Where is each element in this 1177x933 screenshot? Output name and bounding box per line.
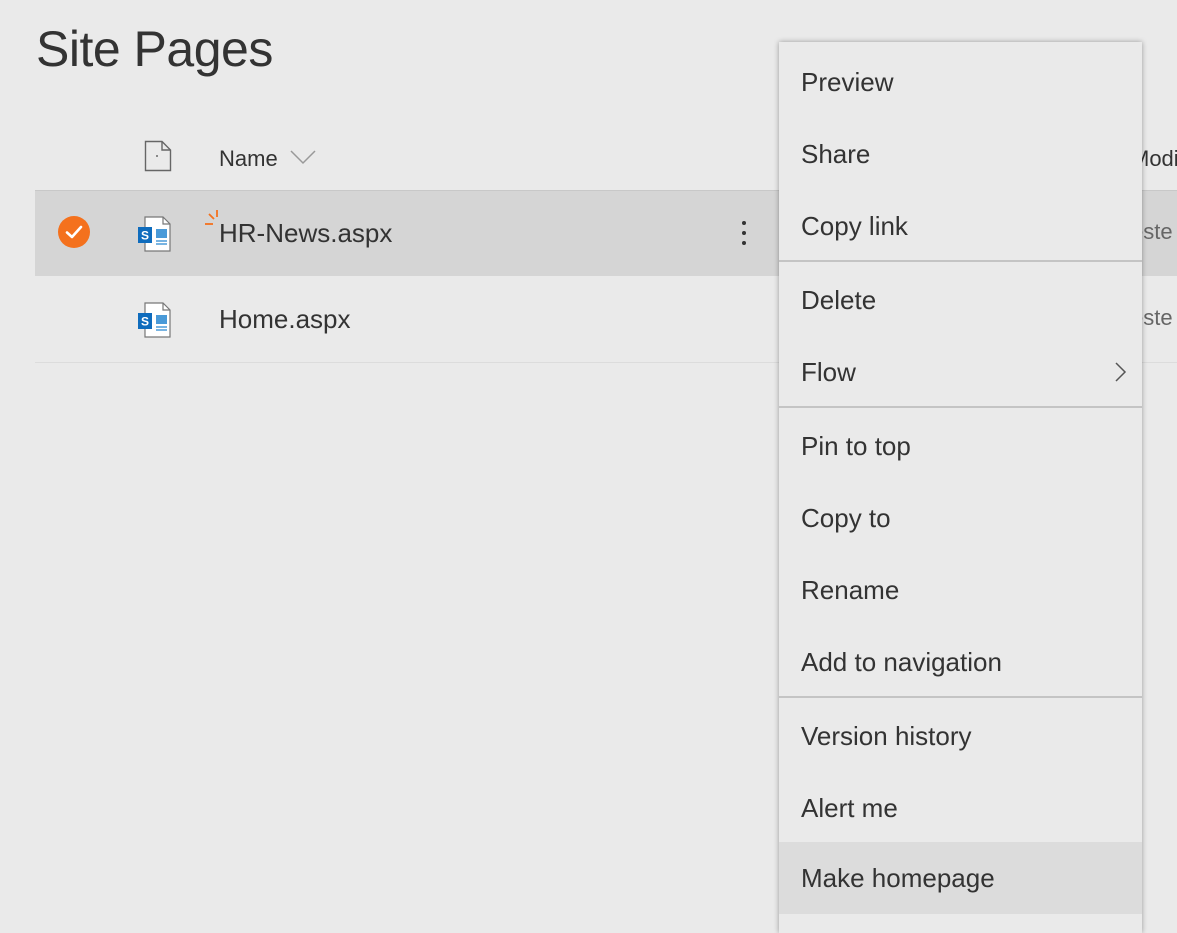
column-header-name[interactable]: Name bbox=[219, 146, 278, 172]
menu-item-copy-link[interactable]: Copy link bbox=[779, 190, 1142, 262]
menu-item-label: Flow bbox=[801, 356, 856, 387]
file-name[interactable]: HR-News.aspx bbox=[219, 218, 392, 249]
menu-item-rename[interactable]: Rename bbox=[779, 554, 1142, 626]
context-menu: Preview Share Copy link Delete Flow Pin … bbox=[779, 42, 1142, 933]
document-icon[interactable] bbox=[144, 140, 172, 172]
menu-item-preview[interactable]: Preview bbox=[779, 46, 1142, 118]
menu-item-copy-to[interactable]: Copy to bbox=[779, 482, 1142, 554]
menu-divider bbox=[779, 696, 1142, 698]
menu-item-version-history[interactable]: Version history bbox=[779, 700, 1142, 772]
more-vertical-icon bbox=[742, 221, 746, 245]
sharepoint-page-icon: S bbox=[138, 216, 171, 252]
menu-item-flow[interactable]: Flow bbox=[779, 336, 1142, 408]
page-title: Site Pages bbox=[36, 21, 273, 77]
sharepoint-page-icon: S bbox=[138, 302, 171, 338]
menu-item-alert-me[interactable]: Alert me bbox=[779, 772, 1142, 844]
svg-text:S: S bbox=[141, 315, 149, 329]
menu-item-add-to-navigation[interactable]: Add to navigation bbox=[779, 626, 1142, 698]
menu-item-share[interactable]: Share bbox=[779, 118, 1142, 190]
menu-divider bbox=[779, 406, 1142, 408]
menu-item-make-homepage[interactable]: Make homepage bbox=[779, 842, 1142, 914]
chevron-right-icon bbox=[1115, 362, 1127, 382]
check-circle-icon[interactable] bbox=[57, 215, 91, 249]
file-name[interactable]: Home.aspx bbox=[219, 304, 351, 335]
menu-item-pin-to-top[interactable]: Pin to top bbox=[779, 410, 1142, 482]
more-actions-button[interactable] bbox=[729, 215, 759, 251]
menu-divider bbox=[779, 260, 1142, 262]
chevron-down-icon[interactable] bbox=[289, 147, 317, 167]
menu-item-delete[interactable]: Delete bbox=[779, 264, 1142, 336]
svg-text:S: S bbox=[141, 229, 149, 243]
